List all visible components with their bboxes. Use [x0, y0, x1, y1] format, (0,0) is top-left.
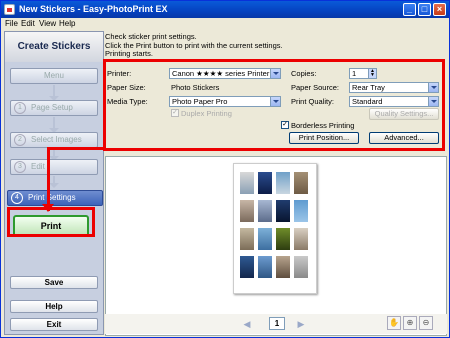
close-button[interactable]: ×: [433, 3, 446, 16]
sticker-thumbnail: [240, 172, 254, 194]
minimize-button[interactable]: _: [403, 3, 416, 16]
sticker-thumbnail: [276, 256, 290, 278]
zoom-out-icon[interactable]: ⊖: [419, 316, 433, 330]
step-arrow: [49, 85, 59, 101]
sticker-thumbnail: [240, 200, 254, 222]
title-bar: New Stickers - Easy-PhotoPrint EX _ □ ×: [1, 1, 449, 18]
app-icon: [4, 4, 15, 15]
sticker-thumbnail: [258, 228, 272, 250]
sticker-thumbnail: [240, 256, 254, 278]
step-arrow: [49, 149, 59, 161]
preview-sheet: [233, 163, 317, 294]
highlight-connector: [47, 147, 50, 211]
sticker-thumbnail: [294, 200, 308, 222]
sticker-thumbnail: [276, 228, 290, 250]
exit-button[interactable]: Exit: [10, 318, 98, 331]
sticker-thumbnail: [294, 172, 308, 194]
print-preview: [105, 156, 447, 336]
sticker-thumbnail: [294, 256, 308, 278]
save-button[interactable]: Save: [10, 276, 98, 289]
sidebar-header: Create Stickers: [5, 32, 103, 62]
next-page-icon[interactable]: ▶: [295, 318, 307, 330]
sticker-thumbnail: [258, 200, 272, 222]
menu-bar: File Edit View Help: [1, 18, 449, 29]
highlight-print-box: [7, 207, 95, 237]
sticker-thumbnail: [276, 200, 290, 222]
sticker-thumbnail: [276, 172, 290, 194]
sticker-thumbnail: [240, 228, 254, 250]
sticker-thumbnail: [258, 256, 272, 278]
menu-file[interactable]: File: [5, 19, 18, 28]
page-number: 1: [269, 317, 285, 330]
sticker-thumbnail: [294, 228, 308, 250]
step-select-images[interactable]: 2 Select Images: [10, 132, 98, 148]
zoom-in-icon[interactable]: ⊕: [403, 316, 417, 330]
sticker-thumbnail: [258, 172, 272, 194]
app-window: New Stickers - Easy-PhotoPrint EX _ □ × …: [0, 0, 450, 338]
sidebar: Create Stickers Menu 1 Page Setup 2 Sele…: [4, 31, 104, 335]
help-button[interactable]: Help: [10, 300, 98, 313]
menu-help[interactable]: Help: [59, 19, 75, 28]
menu-edit[interactable]: Edit: [21, 19, 35, 28]
instructions: Check sticker print settings. Click the …: [105, 32, 445, 59]
step-page-setup[interactable]: 1 Page Setup: [10, 100, 98, 116]
maximize-button[interactable]: □: [418, 3, 431, 16]
hand-icon[interactable]: ✋: [387, 316, 401, 330]
prev-page-icon[interactable]: ◀: [241, 318, 253, 330]
instruction-line: Printing starts.: [105, 49, 153, 58]
window-title: New Stickers - Easy-PhotoPrint EX: [19, 4, 168, 14]
highlight-connector: [47, 147, 105, 150]
menu-button[interactable]: Menu: [10, 68, 98, 84]
instruction-line: Click the Print button to print with the…: [105, 40, 283, 50]
menu-view[interactable]: View: [39, 19, 56, 28]
preview-toolbar: ◀ 1 ▶ ✋ ⊕ ⊖: [105, 314, 447, 334]
step-arrow: [49, 117, 59, 133]
highlight-settings-box: [103, 59, 445, 151]
step-arrow: [49, 176, 59, 188]
step-edit[interactable]: 3 Edit: [10, 159, 98, 175]
step-print-settings[interactable]: 4 Print Settings: [7, 190, 103, 206]
